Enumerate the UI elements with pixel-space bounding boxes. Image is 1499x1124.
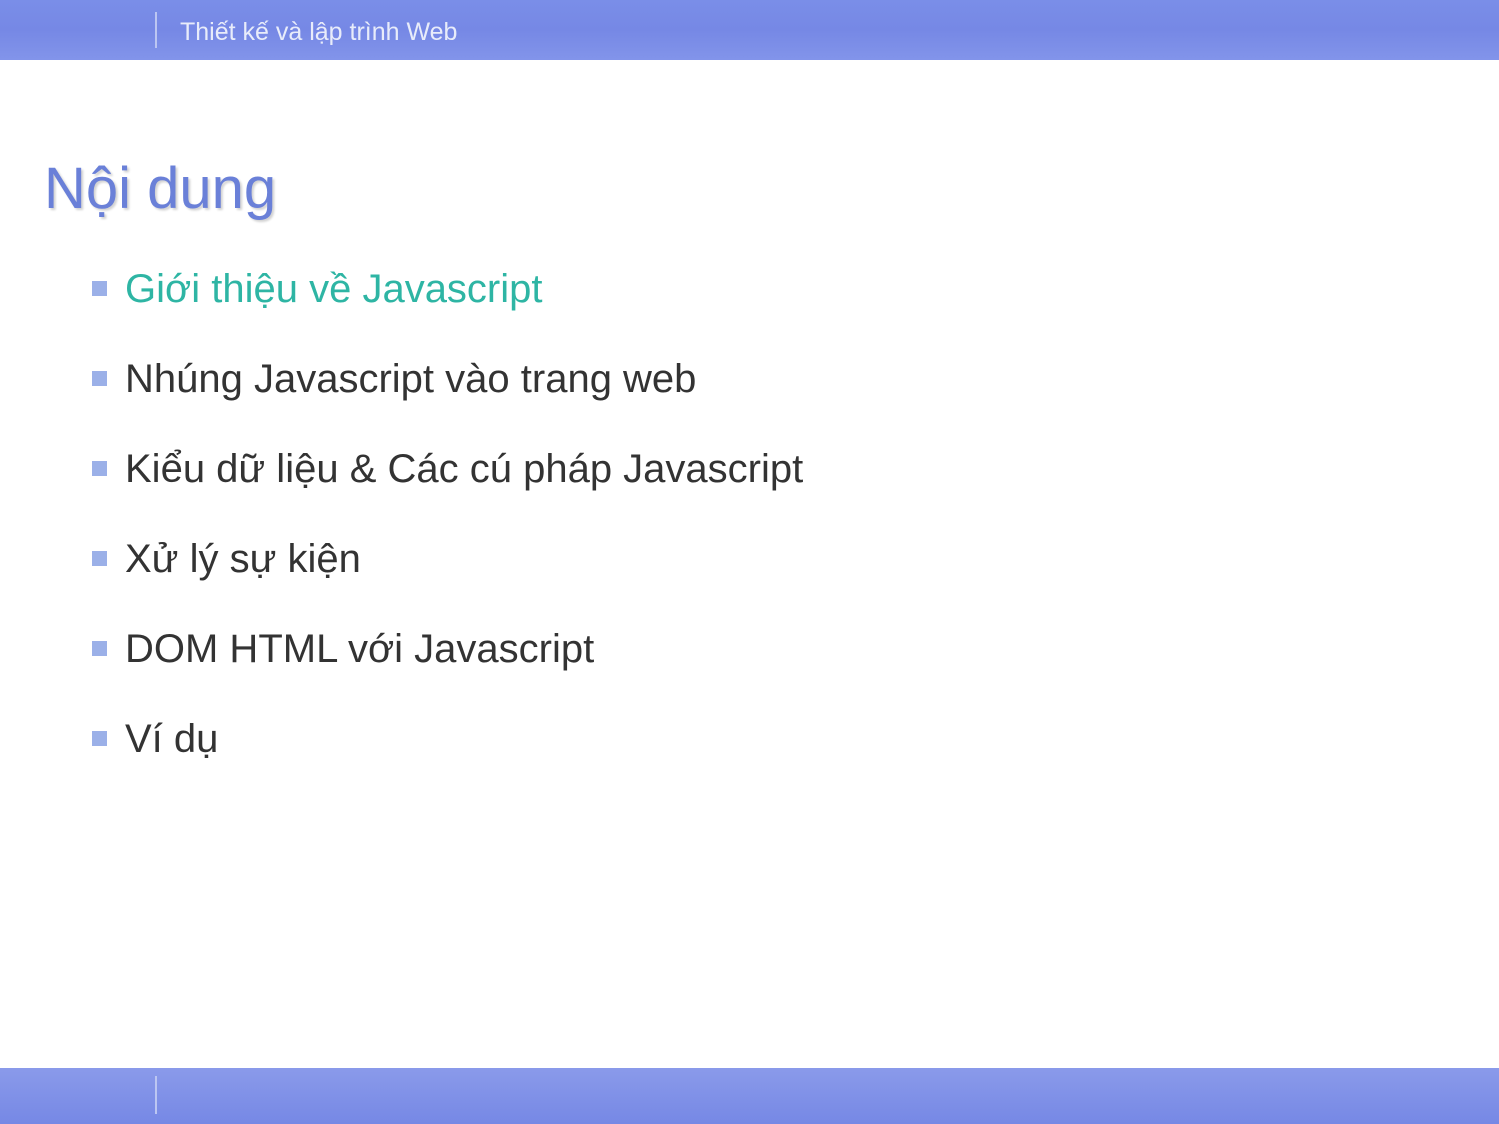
footer-divider	[155, 1076, 157, 1114]
bullet-text: DOM HTML với Javascript	[125, 624, 594, 674]
bullet-text: Giới thiệu về Javascript	[125, 264, 543, 314]
bullet-text: Kiểu dữ liệu & Các cú pháp Javascript	[125, 444, 803, 494]
bullet-item: Ví dụ	[92, 714, 1455, 764]
bullet-text: Nhúng Javascript vào trang web	[125, 354, 696, 404]
bullet-item: DOM HTML với Javascript	[92, 624, 1455, 674]
bullet-text: Ví dụ	[125, 714, 218, 764]
bullet-item: Xử lý sự kiện	[92, 534, 1455, 584]
bullet-item: Kiểu dữ liệu & Các cú pháp Javascript	[92, 444, 1455, 494]
square-bullet-icon	[92, 371, 107, 386]
square-bullet-icon	[92, 731, 107, 746]
header-divider	[155, 12, 157, 48]
square-bullet-icon	[92, 551, 107, 566]
header-bar: Thiết kế và lập trình Web	[0, 0, 1499, 60]
square-bullet-icon	[92, 281, 107, 296]
square-bullet-icon	[92, 461, 107, 476]
bullet-item: Giới thiệu về Javascript	[92, 264, 1455, 314]
slide-title: Nội dung	[44, 155, 1455, 222]
bullet-text: Xử lý sự kiện	[125, 534, 361, 584]
square-bullet-icon	[92, 641, 107, 656]
slide-content: Nội dung Giới thiệu về Javascript Nhúng J…	[0, 60, 1499, 764]
bullet-item: Nhúng Javascript vào trang web	[92, 354, 1455, 404]
breadcrumb: Thiết kế và lập trình Web	[180, 18, 457, 47]
bullet-list: Giới thiệu về Javascript Nhúng Javascript…	[44, 264, 1455, 764]
footer-bar	[0, 1068, 1499, 1124]
